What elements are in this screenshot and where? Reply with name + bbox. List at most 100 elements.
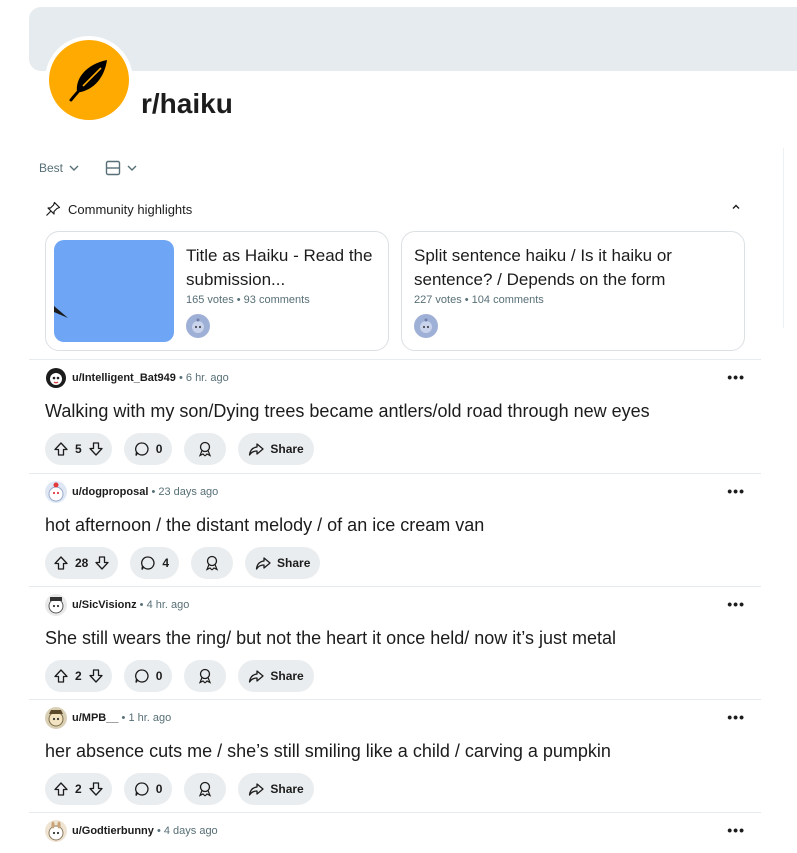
post-meta: u/Godtierbunny • 4 days ago xyxy=(45,820,218,842)
comment-icon xyxy=(134,442,149,456)
divider xyxy=(29,812,761,813)
snoo-avatar-icon xyxy=(192,318,204,333)
share-icon xyxy=(255,557,271,570)
post-card[interactable]: u/Godtierbunny • 4 days ago ••• xyxy=(29,812,761,853)
card-view-icon xyxy=(105,160,121,176)
divider xyxy=(29,586,761,587)
post-username[interactable]: u/Godtierbunny xyxy=(72,825,154,837)
user-avatar-icon xyxy=(48,821,64,841)
feed-controls: Best xyxy=(39,160,137,176)
chevron-down-icon xyxy=(69,165,79,171)
user-avatar[interactable] xyxy=(45,820,67,842)
share-button[interactable]: Share xyxy=(238,433,314,465)
vote-control: 5 xyxy=(45,433,112,465)
post-card[interactable]: u/SicVisionz • 4 hr. ago ••• She still w… xyxy=(29,586,761,700)
highlight-thumbnail xyxy=(54,240,174,342)
downvote-icon[interactable] xyxy=(88,441,104,457)
share-button[interactable]: Share xyxy=(245,547,321,579)
post-title[interactable]: Walking with my son/Dying trees became a… xyxy=(45,401,650,422)
award-button[interactable] xyxy=(184,773,227,805)
chevron-down-icon xyxy=(127,165,137,171)
user-avatar-icon xyxy=(48,710,64,727)
share-label: Share xyxy=(277,556,311,570)
comment-count: 0 xyxy=(155,782,163,796)
award-button[interactable] xyxy=(184,433,227,465)
post-time: • 1 hr. ago xyxy=(121,712,172,724)
user-avatar[interactable] xyxy=(45,367,67,389)
upvote-icon[interactable] xyxy=(53,555,69,571)
author-avatar xyxy=(186,314,210,338)
downvote-icon[interactable] xyxy=(88,668,104,684)
highlight-meta: 165 votes • 93 comments xyxy=(186,294,310,306)
vote-count: 2 xyxy=(75,782,82,796)
comments-button[interactable]: 0 xyxy=(123,433,173,465)
post-card[interactable]: u/dogproposal • 23 days ago ••• hot afte… xyxy=(29,473,761,587)
user-avatar[interactable] xyxy=(45,594,67,616)
vote-count: 28 xyxy=(75,556,89,570)
user-avatar-icon xyxy=(48,597,64,614)
user-avatar-icon xyxy=(46,368,66,388)
feather-icon xyxy=(69,60,107,102)
upvote-icon[interactable] xyxy=(53,668,69,684)
downvote-icon[interactable] xyxy=(94,555,110,571)
more-options-button[interactable]: ••• xyxy=(727,709,745,725)
post-username[interactable]: u/MPB__ xyxy=(72,712,118,724)
post-username[interactable]: u/SicVisionz xyxy=(72,599,137,611)
post-title[interactable]: She still wears the ring/ but not the he… xyxy=(45,628,616,649)
more-options-button[interactable]: ••• xyxy=(727,596,745,612)
highlight-card[interactable]: Title as Haiku - Read the submission... … xyxy=(45,231,389,351)
user-avatar[interactable] xyxy=(45,707,67,729)
user-avatar[interactable] xyxy=(45,481,67,503)
highlight-title: Split sentence haiku / Is it haiku or se… xyxy=(414,246,672,289)
sort-label: Best xyxy=(39,161,64,175)
snoo-avatar-icon xyxy=(420,318,432,333)
view-layout-dropdown[interactable] xyxy=(105,160,137,176)
post-title[interactable]: hot afternoon / the distant melody / of … xyxy=(45,515,484,536)
subreddit-banner xyxy=(29,7,797,71)
highlight-title: Title as Haiku - Read the submission... xyxy=(186,246,373,289)
highlight-card[interactable]: Split sentence haiku / Is it haiku or se… xyxy=(401,231,745,351)
upvote-icon[interactable] xyxy=(53,781,69,797)
award-button[interactable] xyxy=(191,547,234,579)
award-icon xyxy=(199,781,212,797)
more-options-button[interactable]: ••• xyxy=(727,369,745,385)
post-actions: 5 0 Share xyxy=(45,433,314,465)
share-label: Share xyxy=(270,442,304,456)
post-card[interactable]: u/MPB__ • 1 hr. ago ••• her absence cuts… xyxy=(29,699,761,813)
downvote-icon[interactable] xyxy=(88,781,104,797)
share-label: Share xyxy=(270,669,304,683)
subreddit-avatar[interactable] xyxy=(45,36,133,124)
comments-button[interactable]: 0 xyxy=(123,773,173,805)
award-button[interactable] xyxy=(184,660,227,692)
post-meta: u/Intelligent_Bat949 • 6 hr. ago xyxy=(45,367,229,389)
share-icon xyxy=(249,783,265,796)
vote-control: 28 xyxy=(45,547,119,579)
vote-count: 2 xyxy=(75,669,82,683)
post-username[interactable]: u/Intelligent_Bat949 xyxy=(72,372,176,384)
vote-control: 2 xyxy=(45,773,112,805)
highlight-meta: 227 votes • 104 comments xyxy=(414,294,544,306)
more-options-button[interactable]: ••• xyxy=(727,483,745,499)
chevron-up-icon xyxy=(732,204,740,209)
upvote-icon[interactable] xyxy=(53,441,69,457)
collapse-highlights-button[interactable] xyxy=(731,201,741,215)
comment-icon xyxy=(134,669,149,683)
post-title[interactable]: her absence cuts me / she’s still smilin… xyxy=(45,741,611,762)
post-time: • 6 hr. ago xyxy=(178,372,229,384)
award-icon xyxy=(199,441,212,457)
post-username[interactable]: u/dogproposal xyxy=(72,486,148,498)
comment-count: 0 xyxy=(155,442,163,456)
post-meta: u/dogproposal • 23 days ago xyxy=(45,481,218,503)
post-card[interactable]: u/Intelligent_Bat949 • 6 hr. ago ••• Wal… xyxy=(29,359,761,473)
sort-dropdown[interactable]: Best xyxy=(39,161,79,175)
post-actions: 2 0 Share xyxy=(45,773,314,805)
comments-button[interactable]: 4 xyxy=(130,547,180,579)
share-button[interactable]: Share xyxy=(238,660,314,692)
more-options-button[interactable]: ••• xyxy=(727,822,745,838)
share-icon xyxy=(249,443,265,456)
post-actions: 2 0 Share xyxy=(45,660,314,692)
award-icon xyxy=(205,555,219,571)
comments-button[interactable]: 0 xyxy=(123,660,173,692)
author-avatar xyxy=(414,314,438,338)
share-button[interactable]: Share xyxy=(238,773,314,805)
